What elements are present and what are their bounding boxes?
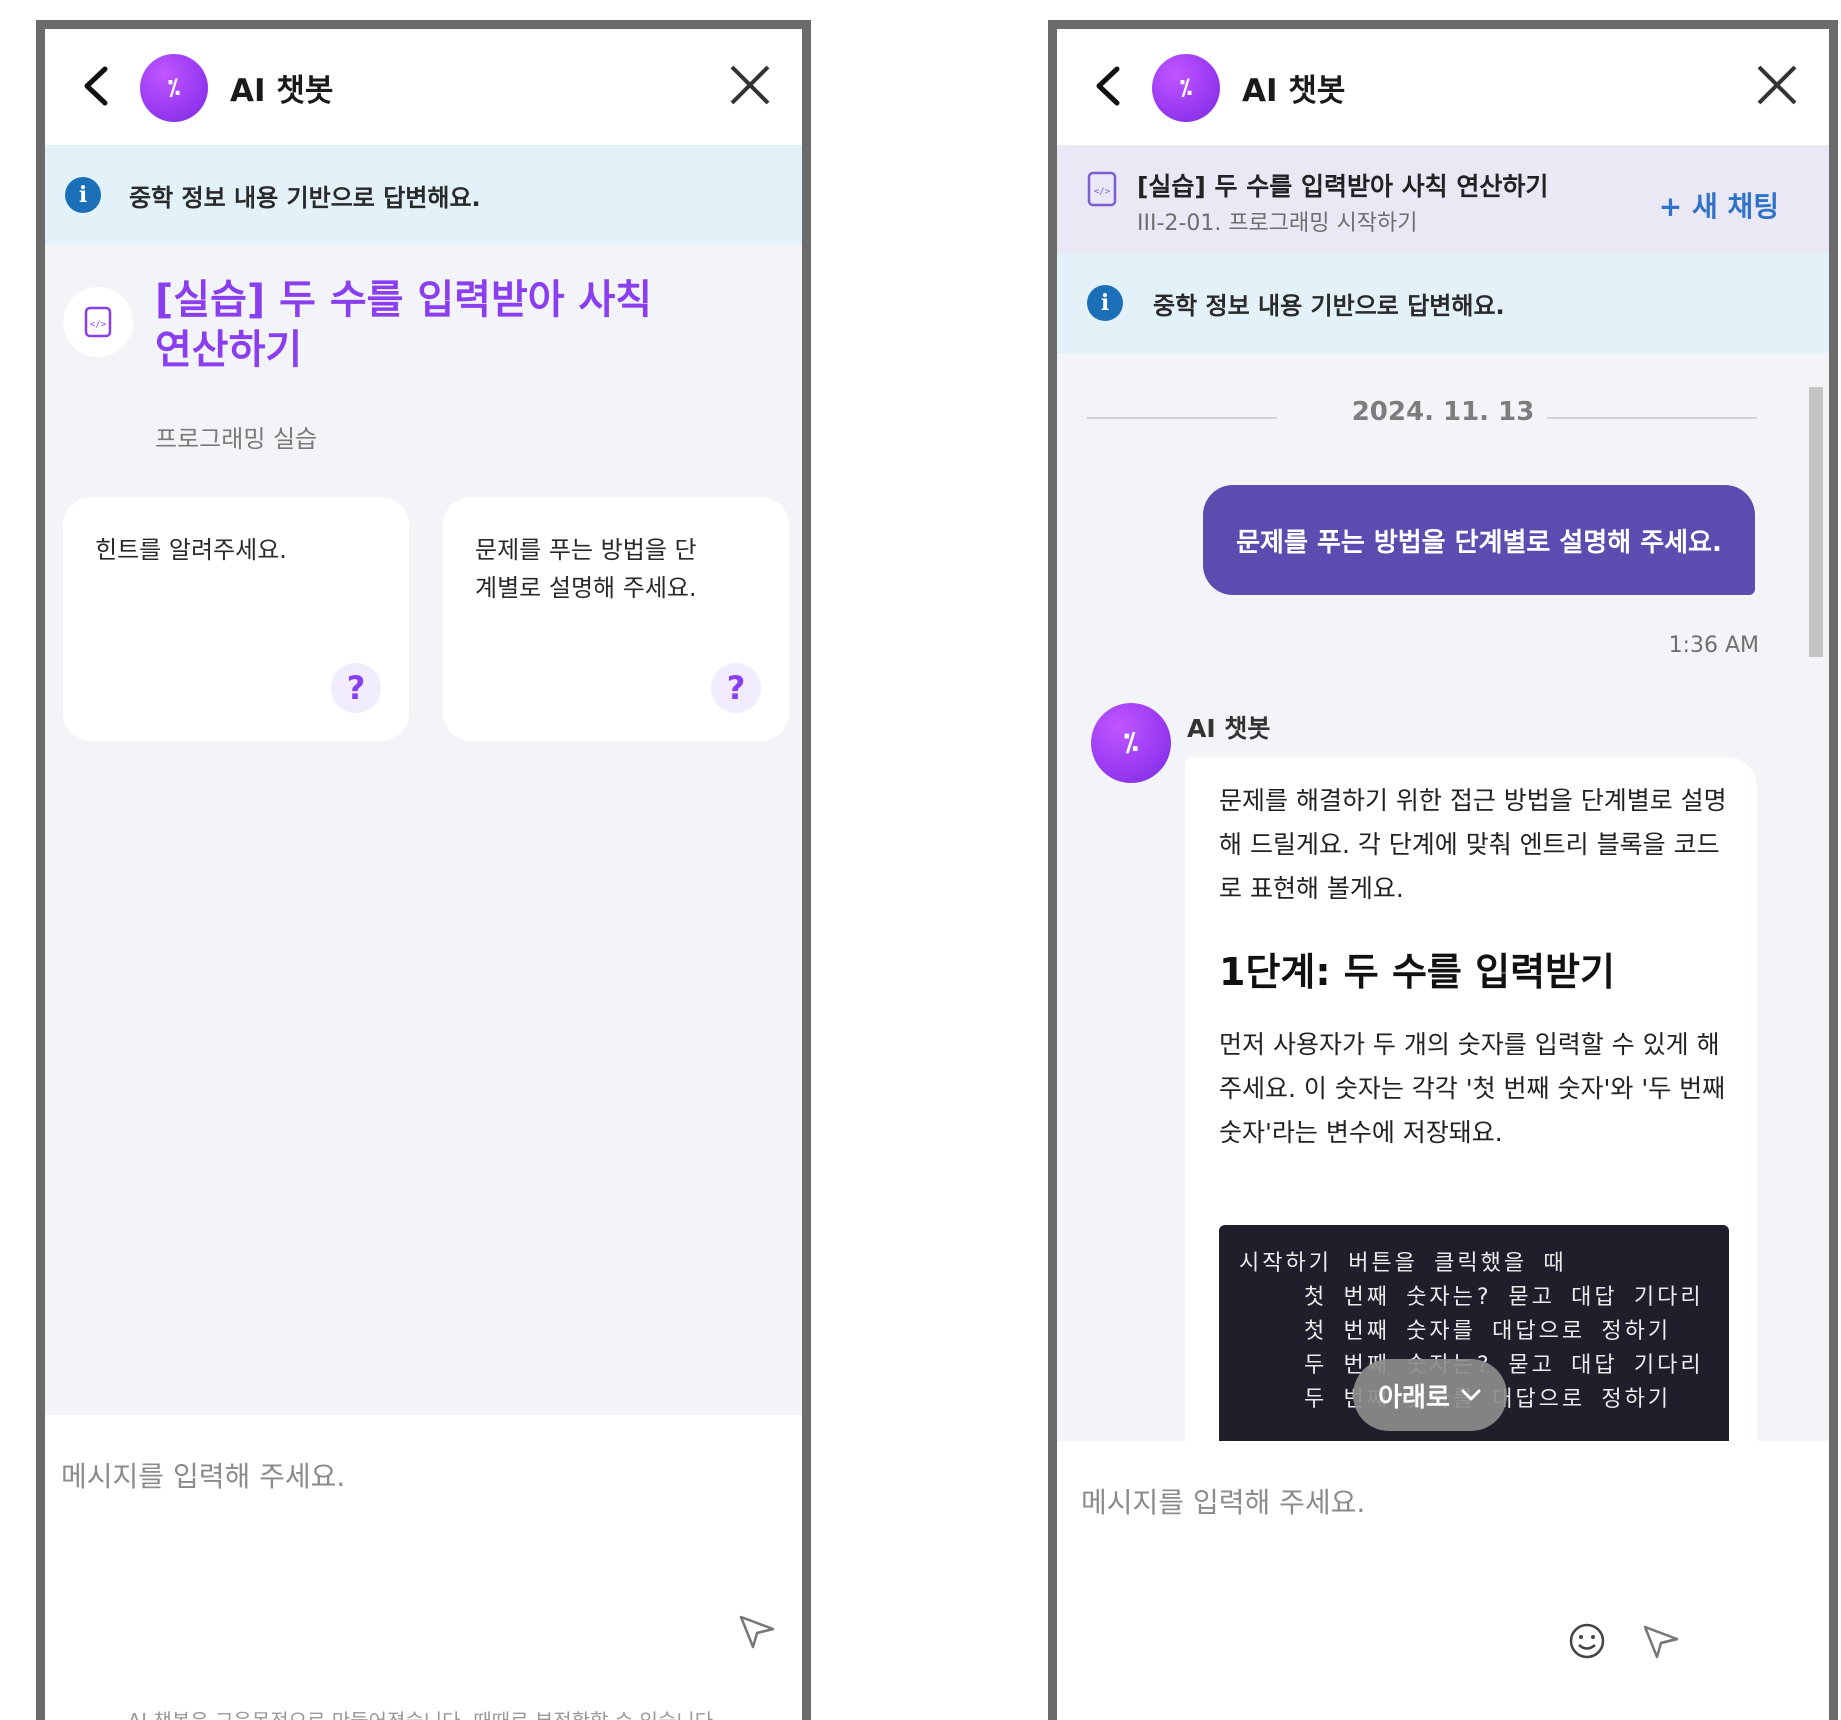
header-title: AI 챗봇 xyxy=(230,73,334,109)
chevron-down-icon xyxy=(1461,1389,1481,1401)
lesson-title: [실습] 두 수를 입력받아 사칙 연산하기 xyxy=(155,277,653,373)
info-banner: i 중학 정보 내용 기반으로 답변해요. xyxy=(45,145,802,245)
chat-header: ⁒ AI 챗봇 xyxy=(45,29,802,145)
lesson-bar: </> [실습] 두 수를 입력받아 사칙 연산하기 III-2-01. 프로그… xyxy=(1057,145,1829,253)
send-icon[interactable] xyxy=(1641,1621,1681,1661)
chat-header: ⁒ AI 챗봇 xyxy=(1057,29,1829,145)
ai-chatbot-logo-icon: ⁒ xyxy=(1152,54,1220,122)
lesson-title: [실습] 두 수를 입력받아 사칙 연산하기 xyxy=(1137,172,1549,201)
scroll-down-button[interactable]: 아래로 xyxy=(1353,1359,1507,1431)
bot-intro-text: 문제를 해결하기 위한 접근 방법을 단계별로 설명해 드릴게요. 각 단계에 … xyxy=(1219,786,1727,903)
bot-message-bubble: 문제를 해결하기 위한 접근 방법을 단계별로 설명해 드릴게요. 각 단계에 … xyxy=(1185,757,1757,1441)
lesson-subtitle: III-2-01. 프로그래밍 시작하기 xyxy=(1137,211,1418,236)
code-line: 시작하기 버튼을 클릭했을 때 xyxy=(1239,1251,1567,1276)
back-arrow-icon[interactable] xyxy=(1089,61,1129,111)
info-banner: i 중학 정보 내용 기반으로 답변해요. xyxy=(1057,253,1829,353)
code-line: 첫 번째 숫자를 대답으로 정하기 xyxy=(1239,1319,1672,1344)
chatbot-panel-initial: ⁒ AI 챗봇 i 중학 정보 내용 기반으로 답변해요. </> [실습] 두… xyxy=(36,20,811,1720)
chat-scrollbar[interactable] xyxy=(1807,359,1823,1241)
send-icon[interactable] xyxy=(737,1611,777,1651)
new-chat-button[interactable]: + 새 채팅 xyxy=(1659,185,1779,225)
close-icon[interactable] xyxy=(1755,63,1799,107)
user-message-bubble: 문제를 푸는 방법을 단계별로 설명해 주세요. xyxy=(1203,485,1755,595)
svg-text:</>: </> xyxy=(90,320,107,330)
code-document-icon: </> xyxy=(1087,171,1117,207)
disclaimer-text: AI 챗봇은 교육목적으로 만들어졌습니다. 때때로 부정확할 수 있습니다. xyxy=(45,1705,802,1720)
ai-chatbot-logo-icon: ⁒ xyxy=(140,54,208,122)
chat-messages: 2024. 11. 13 문제를 푸는 방법을 단계별로 설명해 주세요. 1:… xyxy=(1057,359,1829,1441)
suggestion-text: 힌트를 알려주세요. xyxy=(95,536,287,564)
step-text: 먼저 사용자가 두 개의 숫자를 입력할 수 있게 해주세요. 이 숫자는 각각… xyxy=(1219,1030,1726,1147)
emoji-icon[interactable] xyxy=(1567,1621,1607,1661)
info-text: 중학 정보 내용 기반으로 답변해요. xyxy=(129,183,481,212)
divider xyxy=(1547,417,1757,419)
message-input[interactable]: 메시지를 입력해 주세요. xyxy=(61,1455,345,1495)
message-input[interactable]: 메시지를 입력해 주세요. xyxy=(1081,1481,1365,1521)
info-icon: i xyxy=(1087,285,1123,321)
message-time: 1:36 AM xyxy=(1668,633,1759,658)
message-input-area[interactable]: 메시지를 입력해 주세요. xyxy=(1057,1441,1829,1720)
user-message-text: 문제를 푸는 방법을 단계별로 설명해 주세요. xyxy=(1236,527,1722,558)
step-heading: 1단계: 두 수를 입력받기 xyxy=(1219,950,1615,994)
bot-name: AI 챗봇 xyxy=(1187,714,1271,743)
header-title: AI 챗봇 xyxy=(1242,73,1346,109)
close-icon[interactable] xyxy=(728,63,772,107)
date-separator: 2024. 11. 13 xyxy=(1351,397,1535,427)
question-icon: ? xyxy=(711,663,761,713)
info-icon: i xyxy=(65,177,101,213)
scrollbar-thumb[interactable] xyxy=(1809,387,1823,657)
svg-text:</>: </> xyxy=(1094,187,1111,197)
info-text: 중학 정보 내용 기반으로 답변해요. xyxy=(1153,291,1505,320)
suggestion-card-hint[interactable]: 힌트를 알려주세요. ? xyxy=(63,497,409,741)
back-arrow-icon[interactable] xyxy=(77,61,117,111)
question-icon: ? xyxy=(331,663,381,713)
code-line: 첫 번째 숫자는? 묻고 대답 기다리 xyxy=(1239,1285,1704,1310)
lesson-subtitle: 프로그래밍 실습 xyxy=(155,425,318,453)
suggestion-card-steps[interactable]: 문제를 푸는 방법을 단계별로 설명해 주세요. ? xyxy=(443,497,789,741)
chatbot-panel-conversation: ⁒ AI 챗봇 </> [실습] 두 수를 입력받아 사칙 연산하기 III-2… xyxy=(1048,20,1838,1720)
message-input-area[interactable]: 메시지를 입력해 주세요. AI 챗봇은 교육목적으로 만들어졌습니다. 때때로… xyxy=(45,1415,802,1720)
suggestion-text: 문제를 푸는 방법을 단계별로 설명해 주세요. xyxy=(475,536,697,602)
code-document-icon: </> xyxy=(63,287,133,357)
scroll-down-label: 아래로 xyxy=(1378,1382,1450,1413)
ai-chatbot-avatar-icon: ⁒ xyxy=(1091,703,1171,783)
